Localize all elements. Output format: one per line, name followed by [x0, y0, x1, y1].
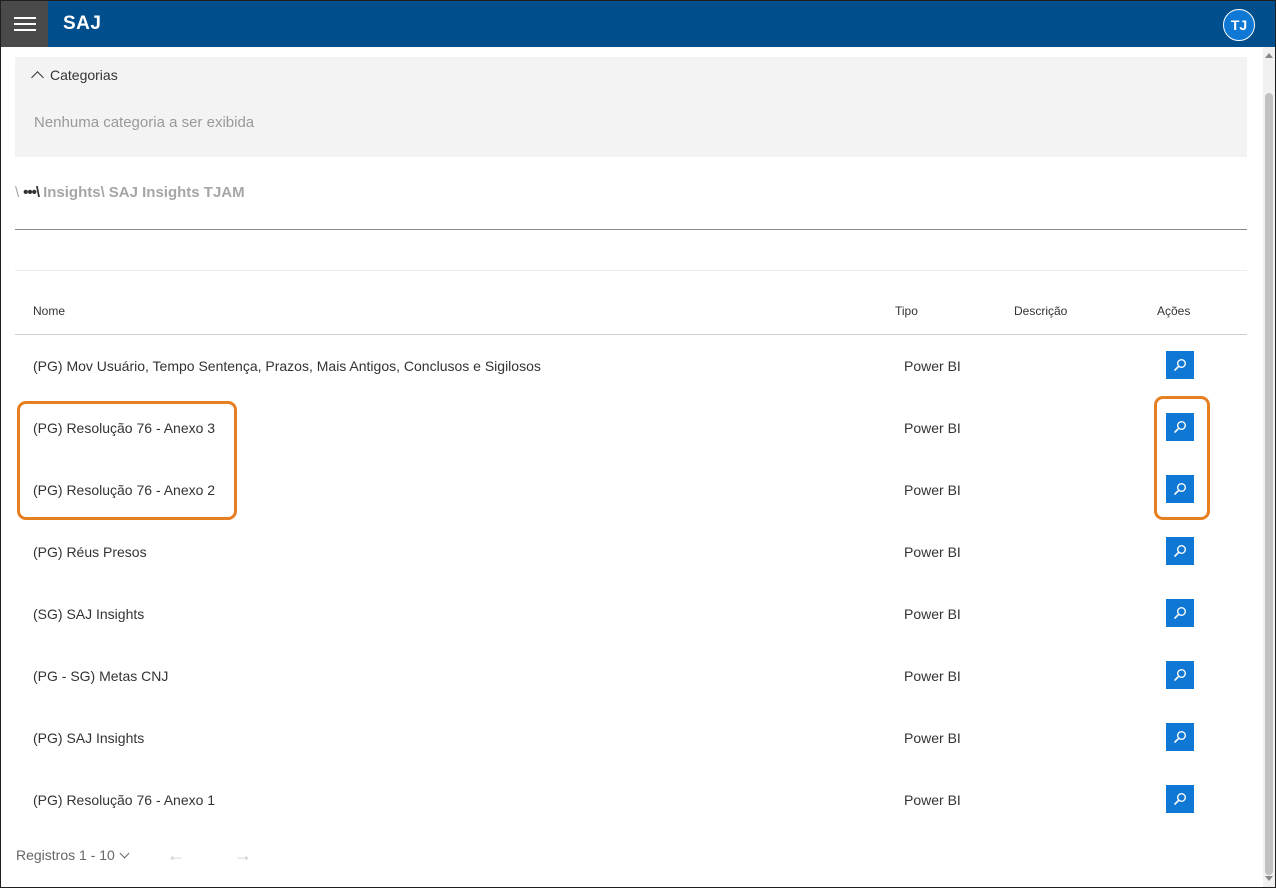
divider — [15, 270, 1247, 271]
menu-icon — [13, 17, 36, 19]
table-row[interactable]: (PG - SG) Metas CNJ Power BI — [15, 645, 1247, 707]
table-row[interactable]: (PG) SAJ Insights Power BI — [15, 707, 1247, 769]
view-report-button[interactable] — [1166, 537, 1194, 565]
row-type: Power BI — [904, 544, 961, 560]
view-report-button[interactable] — [1166, 599, 1194, 627]
categories-panel: Categorias Nenhuma categoria a ser exibi… — [15, 57, 1247, 157]
breadcrumb-item-current: SAJ Insights TJAM — [108, 184, 245, 201]
table-row[interactable]: (PG) Mov Usuário, Tempo Sentença, Prazos… — [15, 335, 1247, 397]
search-icon — [1174, 607, 1186, 619]
user-avatar[interactable]: TJ — [1223, 9, 1255, 41]
search-icon — [1174, 669, 1186, 681]
column-header-name[interactable]: Nome — [33, 304, 65, 318]
row-type: Power BI — [904, 358, 961, 374]
categories-title: Categorias — [50, 67, 118, 83]
vertical-scrollbar[interactable] — [1263, 47, 1275, 887]
divider — [15, 229, 1247, 230]
table-row[interactable]: (SG) SAJ Insights Power BI — [15, 583, 1247, 645]
chevron-down-icon — [119, 848, 130, 858]
row-name: (PG) SAJ Insights — [33, 730, 145, 746]
row-name: (SG) SAJ Insights — [33, 606, 145, 622]
search-icon — [1174, 545, 1186, 557]
scrollbar-thumb[interactable] — [1265, 93, 1273, 875]
view-report-button[interactable] — [1166, 661, 1194, 689]
search-icon — [1174, 359, 1186, 371]
breadcrumb: \ •••\ Insights\ SAJ Insights TJAM — [15, 184, 245, 201]
search-icon — [1174, 793, 1186, 805]
records-label: Registros 1 - 10 — [16, 847, 115, 863]
breadcrumb-root[interactable]: \ — [15, 184, 19, 201]
view-report-button[interactable] — [1166, 723, 1194, 751]
scroll-down-icon[interactable] — [1265, 876, 1273, 881]
row-name: (PG) Réus Presos — [33, 544, 147, 560]
row-type: Power BI — [904, 420, 961, 436]
categories-empty-text: Nenhuma categoria a ser exibida — [34, 114, 255, 131]
records-per-page-selector[interactable]: Registros 1 - 10 — [16, 847, 130, 863]
highlight-box-actions — [1154, 396, 1210, 520]
row-type: Power BI — [904, 482, 961, 498]
table-row[interactable]: (PG) Réus Presos Power BI — [15, 521, 1247, 583]
view-report-button[interactable] — [1166, 785, 1194, 813]
chevron-up-icon — [31, 71, 44, 84]
row-type: Power BI — [904, 730, 961, 746]
next-page-button[interactable]: → — [234, 845, 252, 866]
scroll-up-icon[interactable] — [1265, 53, 1273, 58]
table-header: Nome Tipo Descrição Ações — [15, 297, 1247, 335]
view-report-button[interactable] — [1166, 351, 1194, 379]
highlight-box-names — [17, 401, 237, 520]
row-name: (PG - SG) Metas CNJ — [33, 668, 169, 684]
categories-toggle[interactable]: Categorias — [31, 67, 118, 84]
column-header-actions: Ações — [1157, 304, 1191, 318]
column-header-type[interactable]: Tipo — [895, 304, 918, 318]
row-type: Power BI — [904, 606, 961, 622]
previous-page-button[interactable]: ← — [167, 845, 185, 866]
search-icon — [1174, 731, 1186, 743]
hamburger-menu-button[interactable] — [1, 1, 48, 47]
column-header-description[interactable]: Descrição — [1014, 304, 1067, 318]
row-name: (PG) Resolução 76 - Anexo 1 — [33, 792, 216, 808]
top-bar: SAJ TJ — [1, 1, 1275, 47]
table-row[interactable]: (PG) Resolução 76 - Anexo 1 Power BI — [15, 769, 1247, 831]
row-type: Power BI — [904, 792, 961, 808]
row-name: (PG) Mov Usuário, Tempo Sentença, Prazos… — [33, 358, 541, 374]
breadcrumb-ellipsis[interactable]: •••\ — [23, 184, 40, 201]
app-brand[interactable]: SAJ — [63, 13, 101, 35]
row-type: Power BI — [904, 668, 961, 684]
breadcrumb-item-insights[interactable]: Insights\ — [43, 184, 105, 201]
